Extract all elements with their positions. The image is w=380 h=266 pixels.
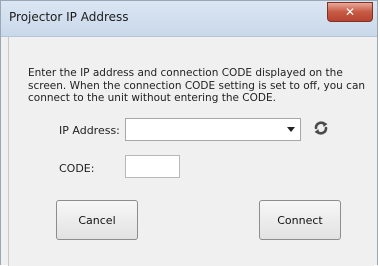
cancel-button[interactable]: Cancel <box>56 200 138 240</box>
connect-button[interactable]: Connect <box>259 200 341 240</box>
cancel-button-label: Cancel <box>78 213 116 227</box>
refresh-icon[interactable] <box>312 119 330 137</box>
window-title: Projector IP Address <box>9 10 129 24</box>
ip-address-dropdown[interactable] <box>125 118 301 141</box>
instructions-text: Enter the IP address and connection CODE… <box>28 67 366 104</box>
chevron-down-icon[interactable] <box>287 127 295 132</box>
close-icon: ✕ <box>344 5 356 19</box>
connect-button-label: Connect <box>277 213 323 227</box>
close-button[interactable]: ✕ <box>327 2 373 22</box>
code-input[interactable] <box>125 155 180 178</box>
ip-address-label: IP Address: <box>59 124 120 137</box>
code-label: CODE: <box>59 162 95 175</box>
title-bar: Projector IP Address ✕ <box>1 1 377 37</box>
